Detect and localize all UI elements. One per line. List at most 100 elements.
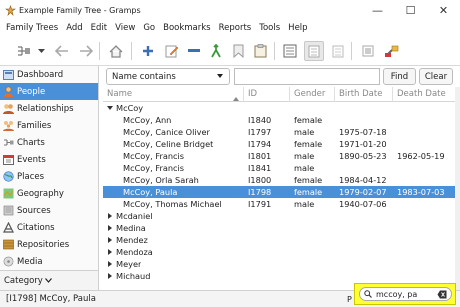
column-header-death-date[interactable]: Death Date: [393, 87, 455, 102]
column-header-gender[interactable]: Gender: [290, 87, 335, 102]
table-row[interactable]: McCoy, Thomas Michael I1791 male 1940-07…: [103, 198, 455, 210]
sidebar-item-dashboard[interactable]: Dashboard: [0, 66, 98, 83]
column-header-birth-date[interactable]: Birth Date: [335, 87, 393, 102]
cell-name: McCoy, Paula: [123, 187, 178, 197]
cell-id: I1797: [248, 127, 272, 137]
cell-id: I1840: [248, 115, 272, 125]
expander-collapsed-icon[interactable]: [108, 237, 112, 243]
menu-view[interactable]: View: [111, 23, 139, 33]
bookmark-icon[interactable]: [228, 41, 248, 61]
edit-icon[interactable]: [162, 41, 182, 61]
add-icon[interactable]: [138, 41, 158, 61]
clear-search-icon[interactable]: [437, 290, 447, 299]
cell-birth-date: 1975-07-18: [339, 127, 387, 137]
sidebar-item-families[interactable]: Families: [0, 117, 98, 134]
menu-go[interactable]: Go: [139, 23, 159, 33]
maximize-button[interactable]: ☐: [394, 0, 427, 20]
table-row[interactable]: McCoy, Ann I1840 female: [103, 114, 455, 126]
group-row[interactable]: Meyer: [103, 258, 455, 270]
menu-edit[interactable]: Edit: [87, 23, 111, 33]
find-button[interactable]: Find: [383, 68, 416, 85]
table-row[interactable]: McCoy, Orla Sarah I1800 female 1984-04-1…: [103, 174, 455, 186]
interactive-search-input[interactable]: mccoy, pa: [359, 287, 452, 301]
remove-icon[interactable]: [184, 41, 204, 61]
expander-collapsed-icon[interactable]: [108, 261, 112, 267]
group-row[interactable]: Mcdaniel: [103, 210, 455, 222]
tree-view-icon[interactable]: [14, 41, 34, 61]
expander-collapsed-icon[interactable]: [108, 213, 112, 219]
cell-gender: female: [294, 139, 323, 149]
minimize-button[interactable]: —: [361, 0, 394, 20]
table-row[interactable]: McCoy, Francis I1801 male 1890-05-23 196…: [103, 150, 455, 162]
status-text: [I1798] McCoy, Paula: [6, 294, 96, 304]
sidebar-item-relationships[interactable]: Relationships: [0, 100, 98, 117]
filter-type-select[interactable]: Name contains: [106, 68, 230, 85]
group-row[interactable]: Medina: [103, 222, 455, 234]
cell-id: I1841: [248, 163, 272, 173]
category-label: Category: [4, 275, 43, 286]
expander-expanded-icon[interactable]: [107, 106, 113, 110]
menu-tools[interactable]: Tools: [255, 23, 284, 33]
chevron-down-icon: [44, 276, 52, 286]
cell-gender: male: [294, 163, 315, 173]
grouped-view-icon[interactable]: [328, 41, 348, 61]
forward-arrow-icon[interactable]: [76, 41, 96, 61]
group-row[interactable]: Mendoza: [103, 246, 455, 258]
group-name: Medina: [116, 223, 146, 233]
tools-icon[interactable]: [382, 41, 402, 61]
column-header-name[interactable]: Name: [103, 87, 244, 102]
clipboard-icon[interactable]: [250, 41, 270, 61]
menu-help[interactable]: Help: [284, 23, 311, 33]
sidebar-item-media[interactable]: Media: [0, 253, 98, 270]
back-arrow-icon[interactable]: [52, 41, 72, 61]
sidebar-item-repositories[interactable]: Repositories: [0, 236, 98, 253]
families-icon: [3, 120, 14, 131]
table-row-selected[interactable]: McCoy, Paula I1798 female 1979-02-07 198…: [103, 186, 455, 198]
cell-id: I1791: [248, 199, 272, 209]
group-row[interactable]: Mendez: [103, 234, 455, 246]
clear-button[interactable]: Clear: [419, 68, 453, 85]
cell-id: I1801: [248, 151, 272, 161]
expander-collapsed-icon[interactable]: [108, 273, 112, 279]
vertical-scrollbar[interactable]: [455, 87, 460, 290]
group-row[interactable]: Michaud: [103, 270, 455, 282]
people-tree-table: Name ID Gender Birth Date Death Date McC…: [103, 87, 455, 290]
interactive-search-box[interactable]: mccoy, pa: [354, 283, 456, 305]
sidebar-item-label: Charts: [17, 137, 45, 148]
sidebar-item-label: Dashboard: [17, 69, 64, 80]
places-icon: [3, 171, 14, 182]
sidebar-item-citations[interactable]: Citations: [0, 219, 98, 236]
menu-family-trees[interactable]: Family Trees: [2, 23, 62, 33]
status-prefix: P: [347, 295, 352, 304]
menu-reports[interactable]: Reports: [215, 23, 256, 33]
merge-icon[interactable]: [206, 41, 226, 61]
sidebar-item-people[interactable]: People: [0, 83, 98, 100]
sidebar-item-charts[interactable]: Charts: [0, 134, 98, 151]
group-row-mccoy[interactable]: McCoy: [103, 102, 455, 114]
filter-text-input[interactable]: [234, 68, 380, 85]
expander-collapsed-icon[interactable]: [108, 249, 112, 255]
citations-icon: [3, 222, 14, 233]
list-view-icon[interactable]: [304, 41, 324, 61]
events-icon: [3, 154, 14, 165]
cell-name: McCoy, Ann: [123, 115, 172, 125]
table-row[interactable]: McCoy, Celine Bridget I1794 female 1971-…: [103, 138, 455, 150]
chevron-down-icon[interactable]: [36, 41, 46, 61]
sidebar-item-places[interactable]: Places: [0, 168, 98, 185]
table-row[interactable]: McCoy, Canice Oliver I1797 male 1975-07-…: [103, 126, 455, 138]
toolbar: [0, 36, 460, 66]
sidebar-item-geography[interactable]: Geography: [0, 185, 98, 202]
sidebar-item-events[interactable]: Events: [0, 151, 98, 168]
table-row[interactable]: McCoy, Francis I1841 male: [103, 162, 455, 174]
sidebar-toggle-icon[interactable]: [358, 41, 378, 61]
menu-add[interactable]: Add: [62, 23, 86, 33]
home-icon[interactable]: [106, 41, 126, 61]
menu-bookmarks[interactable]: Bookmarks: [159, 23, 215, 33]
cell-name: McCoy, Canice Oliver: [123, 127, 210, 137]
sidebar-item-sources[interactable]: Sources: [0, 202, 98, 219]
configure-view-icon[interactable]: [280, 41, 300, 61]
column-header-id[interactable]: ID: [244, 87, 290, 102]
close-button[interactable]: ✕: [427, 0, 460, 20]
expander-collapsed-icon[interactable]: [108, 225, 112, 231]
category-dropdown[interactable]: Category: [0, 270, 98, 290]
